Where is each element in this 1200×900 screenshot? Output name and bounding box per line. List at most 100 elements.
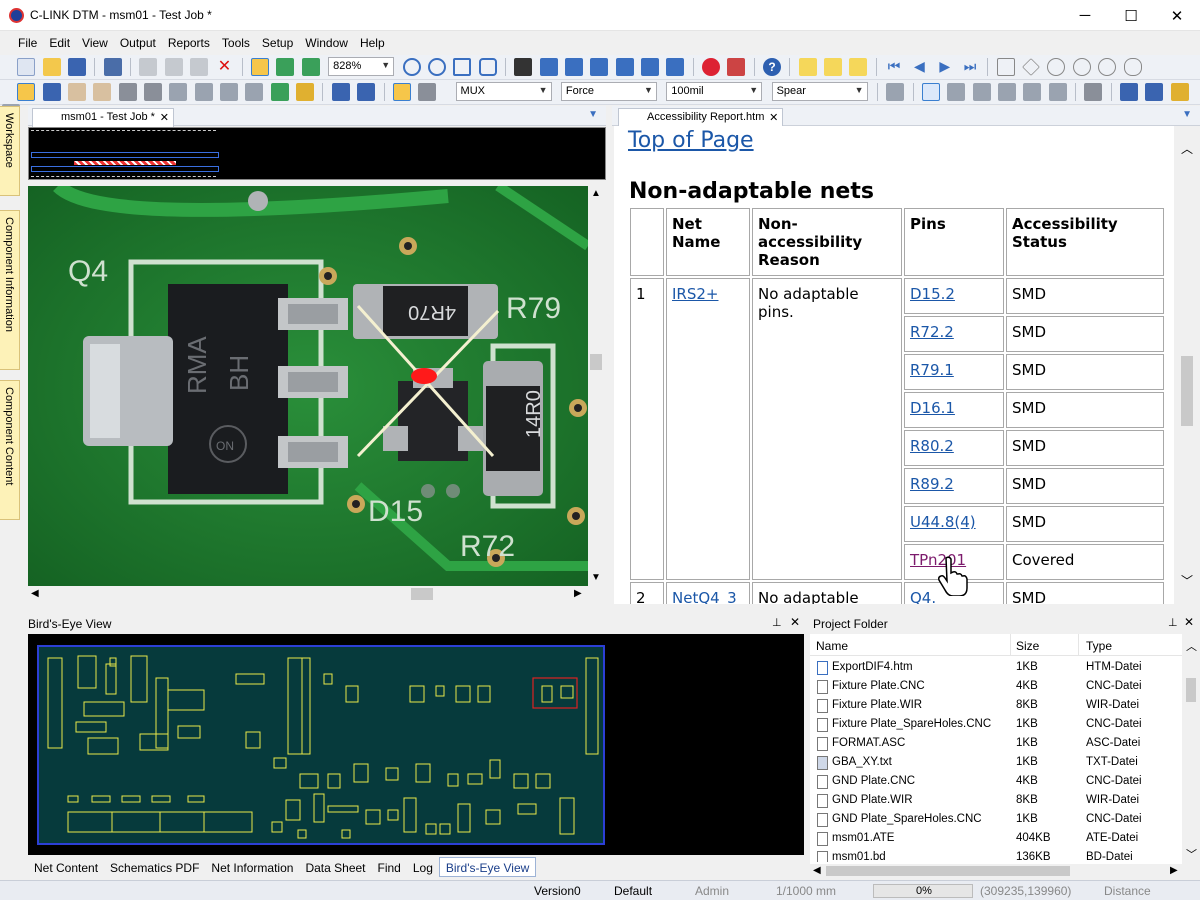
net-name-link[interactable]: IRS2+	[666, 278, 750, 580]
mux-combo[interactable]: MUX ▼	[455, 82, 552, 101]
pcb-horizontal-scrollbar[interactable]: ◀ ▶	[28, 586, 588, 602]
next-icon[interactable]: ▶	[936, 58, 954, 76]
workspace-side-tab[interactable]: Workspace	[0, 106, 20, 196]
tab-menu-icon[interactable]: ▼	[588, 109, 598, 120]
name-column-header[interactable]: Name	[816, 639, 848, 653]
layers-icon[interactable]	[42, 83, 61, 101]
menu-help[interactable]: Help	[354, 31, 391, 55]
tool-c-icon[interactable]	[1023, 83, 1042, 101]
move-icon[interactable]	[169, 83, 188, 101]
menu-window[interactable]: Window	[299, 31, 354, 55]
menu-tools[interactable]: Tools	[216, 31, 256, 55]
camera-icon[interactable]	[1084, 83, 1103, 101]
tab-find[interactable]: Find	[372, 858, 407, 878]
tool-b-icon[interactable]	[997, 83, 1016, 101]
probe-3-icon[interactable]	[590, 58, 609, 76]
cross-icon[interactable]	[194, 83, 213, 101]
project-folder-scrollbar[interactable]: ︿ ﹀	[1182, 634, 1200, 866]
pcb-vertical-scrollbar[interactable]: ▲ ▼	[588, 186, 604, 586]
menu-output[interactable]: Output	[114, 31, 162, 55]
probe-icon[interactable]	[331, 83, 350, 101]
list-item[interactable]: ExportDIF4.htm 1KB HTM-Datei	[810, 658, 1182, 677]
net-name-link[interactable]: NetQ4_3	[666, 582, 750, 604]
probe-1-icon[interactable]	[539, 58, 558, 76]
menu-view[interactable]: View	[76, 31, 114, 55]
probe-list-icon[interactable]	[357, 83, 376, 101]
birdseye-view[interactable]	[28, 634, 804, 855]
tab-net-content[interactable]: Net Content	[28, 858, 104, 878]
select-arrow-icon[interactable]	[921, 83, 940, 101]
hand-icon[interactable]	[68, 83, 87, 101]
zoom-window-icon[interactable]	[453, 58, 472, 76]
pin-link[interactable]: D15.2	[904, 278, 1004, 314]
pointer-mode-icon[interactable]	[17, 83, 36, 101]
pin-link[interactable]: R80.2	[904, 430, 1004, 466]
component-content-side-tab[interactable]: Component Content	[0, 380, 20, 520]
pcb-photo-view[interactable]: ON RMA BH 4R70 14R0 Q4 R79 D15 R72	[28, 186, 588, 586]
minimize-button[interactable]: ─	[1062, 0, 1108, 31]
type-column-header[interactable]: Type	[1086, 639, 1112, 653]
list-item[interactable]: msm01.ATE 404KB ATE-Datei	[810, 829, 1182, 848]
list-item[interactable]: GND Plate_SpareHoles.CNC 1KB CNC-Datei	[810, 810, 1182, 829]
tab-schematics-pdf[interactable]: Schematics PDF	[104, 858, 205, 878]
menu-reports[interactable]: Reports	[162, 31, 216, 55]
pin-link[interactable]: R89.2	[904, 468, 1004, 504]
print-icon[interactable]	[103, 58, 122, 76]
renumber-icon[interactable]	[1145, 83, 1164, 101]
new-file-icon[interactable]	[17, 58, 36, 76]
delete-icon[interactable]: ✕	[215, 58, 233, 76]
measure-icon[interactable]	[296, 83, 315, 101]
list-item[interactable]: GBA_XY.txt 1KB TXT-Datei	[810, 753, 1182, 772]
pitch-combo[interactable]: 100mil ▼	[666, 82, 763, 101]
tool-d-icon[interactable]	[1048, 83, 1067, 101]
component-icon[interactable]	[144, 83, 163, 101]
probe-5-icon[interactable]	[640, 58, 659, 76]
help-icon[interactable]: ?	[763, 58, 781, 76]
grid-icon[interactable]	[220, 83, 239, 101]
close-icon[interactable]: ✕	[790, 615, 800, 629]
pin-icon[interactable]: ⊥	[772, 616, 782, 629]
report-vertical-scrollbar[interactable]: ︿ ﹀	[1176, 126, 1198, 604]
find-icon[interactable]	[514, 58, 533, 76]
menu-setup[interactable]: Setup	[256, 31, 299, 55]
note-2-icon[interactable]	[824, 58, 843, 76]
probe-type-combo[interactable]: Spear ▼	[771, 82, 868, 101]
first-icon[interactable]: ⏮	[885, 58, 903, 76]
list-item[interactable]: FORMAT.ASC 1KB ASC-Datei	[810, 734, 1182, 753]
list-item[interactable]: Fixture Plate_SpareHoles.CNC 1KB CNC-Datei	[810, 715, 1182, 734]
menu-edit[interactable]: Edit	[43, 31, 76, 55]
route-icon[interactable]	[270, 83, 289, 101]
list-item[interactable]: Fixture Plate.CNC 4KB CNC-Datei	[810, 677, 1182, 696]
tab-accessibility-report[interactable]: Accessibility Report.htm ✕	[618, 108, 784, 127]
tab-data-sheet[interactable]: Data Sheet	[299, 858, 371, 878]
arc-shape-icon[interactable]	[1072, 58, 1091, 76]
layer-stack-icon[interactable]	[418, 83, 437, 101]
stop-icon[interactable]	[701, 58, 720, 76]
align-icon[interactable]	[251, 58, 270, 76]
pin-icon[interactable]: ⊥	[1168, 616, 1178, 629]
fixture-icon[interactable]	[886, 83, 905, 101]
list-item[interactable]: msm01.bd 136KB BD-Datei	[810, 848, 1182, 862]
layer-overview-strip[interactable]	[28, 127, 606, 180]
pan-icon[interactable]	[93, 83, 112, 101]
tab-msm01[interactable]: msm01 - Test Job * ✕	[32, 108, 174, 127]
diamond-shape-icon[interactable]	[1022, 58, 1041, 76]
tab-net-information[interactable]: Net Information	[205, 858, 299, 878]
probe-2-icon[interactable]	[564, 58, 583, 76]
ic-icon[interactable]	[1120, 83, 1139, 101]
center-icon[interactable]	[301, 58, 320, 76]
list-item[interactable]: GND Plate.WIR 8KB WIR-Datei	[810, 791, 1182, 810]
zoom-combo[interactable]: 828% ▼	[328, 57, 395, 76]
pin-link[interactable]: R72.2	[904, 316, 1004, 352]
board-icon[interactable]	[118, 83, 137, 101]
cut-icon[interactable]	[139, 58, 158, 76]
pin-link[interactable]: R79.1	[904, 354, 1004, 390]
distribute-icon[interactable]	[276, 58, 295, 76]
pad-icon[interactable]	[245, 83, 264, 101]
ellipse-shape-icon[interactable]	[1098, 58, 1117, 76]
list-item[interactable]: Fixture Plate.WIR 8KB WIR-Datei	[810, 696, 1182, 715]
copy-icon[interactable]	[164, 58, 183, 76]
force-combo[interactable]: Force ▼	[560, 82, 657, 101]
last-icon[interactable]: ⏭	[961, 58, 979, 76]
pin-link[interactable]: D16.1	[904, 392, 1004, 428]
